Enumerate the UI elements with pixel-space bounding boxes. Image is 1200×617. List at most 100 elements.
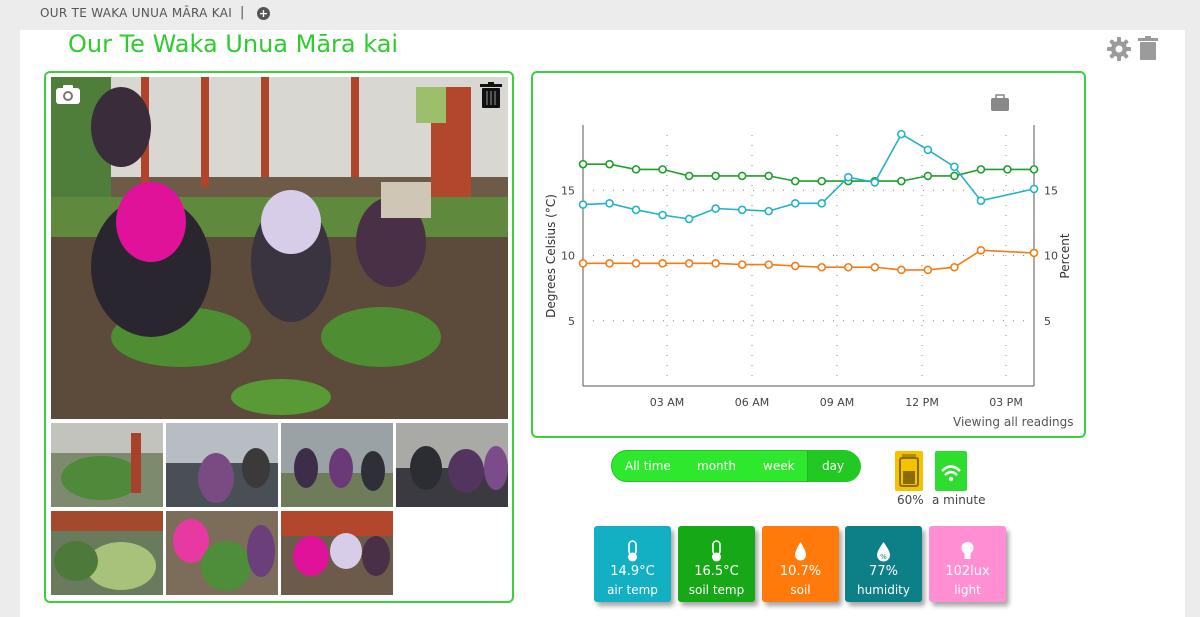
y-tick-label: 10 <box>561 250 575 263</box>
photo-thumbnail[interactable] <box>281 423 393 507</box>
data-point <box>950 262 959 272</box>
data-point <box>605 159 614 169</box>
data-point <box>843 172 853 182</box>
range-selector: All time month week day <box>611 450 861 482</box>
wifi-icon <box>935 451 967 491</box>
thermometer-icon <box>712 540 721 562</box>
light-value: 102lux <box>945 564 990 579</box>
chart-footer: Viewing all readings <box>953 415 1074 429</box>
air-temp-value: 14.9°C <box>610 564 655 579</box>
series-line <box>583 249 1035 271</box>
series-line <box>583 163 1034 182</box>
gear-icon[interactable] <box>1106 36 1132 62</box>
y-tick-label: 5 <box>568 315 575 328</box>
droplet-icon <box>795 542 806 561</box>
humidity-value: 77% <box>869 564 898 579</box>
briefcase-handle <box>995 94 1005 100</box>
data-point <box>631 205 641 215</box>
data-point <box>817 199 827 208</box>
soil-moisture-tile[interactable]: 10.7% soil <box>762 526 839 602</box>
data-point <box>605 199 614 208</box>
x-tick-label: 03 AM <box>650 396 685 409</box>
data-point <box>578 159 588 169</box>
bulb-icon <box>961 542 974 559</box>
soil-moisture-value: 10.7% <box>779 564 822 579</box>
main-photo[interactable] <box>51 77 508 419</box>
data-point <box>950 162 959 172</box>
data-point <box>711 204 720 213</box>
data-point <box>764 206 774 216</box>
top-bar: OUR TE WAKA UNUA MĀRA KAI | + <box>0 0 1200 28</box>
photo-thumbnail[interactable] <box>166 423 278 507</box>
breadcrumb[interactable]: OUR TE WAKA UNUA MĀRA KAI <box>40 6 232 20</box>
photo-thumbnail[interactable] <box>51 511 163 595</box>
data-point <box>658 165 667 174</box>
data-point <box>684 171 694 181</box>
light-tile[interactable]: 102lux light <box>929 526 1006 602</box>
data-point <box>631 259 641 268</box>
briefcase-body <box>991 98 1009 111</box>
photo-thumbnail[interactable] <box>396 423 508 507</box>
data-point <box>923 145 933 155</box>
data-point <box>658 259 667 268</box>
data-point <box>631 165 641 174</box>
data-point <box>737 260 747 269</box>
data-point <box>976 245 986 255</box>
tab-week[interactable]: week <box>763 459 795 473</box>
battery-icon <box>895 451 923 491</box>
camera-icon[interactable] <box>56 84 80 104</box>
photo-thumbnail[interactable] <box>51 423 163 507</box>
delete-photo-icon[interactable] <box>480 82 502 108</box>
soil-temp-label: soil temp <box>688 583 745 597</box>
data-point <box>578 259 588 268</box>
data-point <box>897 129 906 139</box>
x-tick-label: 03 PM <box>989 396 1023 409</box>
data-point <box>711 259 720 268</box>
photo-thumbnail[interactable] <box>281 511 393 595</box>
trash-icon[interactable] <box>1138 36 1158 60</box>
data-point <box>897 265 906 275</box>
data-point <box>605 259 614 268</box>
air-temp-tile[interactable]: 14.9°C air temp <box>594 526 671 602</box>
briefcase-icon <box>991 94 1009 111</box>
data-point <box>1003 165 1012 174</box>
tab-month[interactable]: month <box>697 459 736 473</box>
data-point <box>578 200 588 209</box>
x-tick-label: 12 PM <box>905 396 939 409</box>
humidity-tile[interactable]: % 77% humidity <box>845 526 922 602</box>
data-point <box>790 176 800 186</box>
data-point <box>684 259 694 268</box>
photo-thumbnail[interactable] <box>166 511 278 595</box>
soil-temp-value: 16.5°C <box>694 564 739 579</box>
data-point <box>1029 184 1039 194</box>
data-point <box>658 210 667 220</box>
data-point <box>923 171 933 181</box>
y2-tick-label: 15 <box>1044 184 1058 197</box>
last-seen: a minute <box>932 493 986 507</box>
soil-temp-tile[interactable]: 16.5°C soil temp <box>678 526 755 602</box>
data-point <box>737 171 747 181</box>
add-icon[interactable]: + <box>257 7 270 20</box>
data-point <box>923 265 933 275</box>
tab-all-time[interactable]: All time <box>625 459 671 473</box>
data-point <box>711 171 720 181</box>
data-point <box>976 165 986 174</box>
data-point <box>1029 165 1039 174</box>
data-point <box>790 199 800 208</box>
x-tick-label: 09 AM <box>820 396 855 409</box>
data-point <box>870 262 880 272</box>
tab-day-label[interactable]: day <box>822 459 844 473</box>
x-tick-label: 06 AM <box>735 396 770 409</box>
data-point <box>1029 248 1039 258</box>
series-line <box>582 132 1035 220</box>
data-point <box>790 261 800 271</box>
y-axis-title: Degrees Celsius (°C) <box>544 194 558 318</box>
data-point <box>976 196 986 205</box>
y-tick-label: 15 <box>561 184 575 197</box>
air-temp-label: air temp <box>607 583 658 597</box>
light-label: light <box>954 583 981 597</box>
data-point <box>764 171 774 181</box>
data-point <box>817 262 827 272</box>
breadcrumb-separator: | <box>240 5 245 20</box>
data-point <box>737 205 747 215</box>
